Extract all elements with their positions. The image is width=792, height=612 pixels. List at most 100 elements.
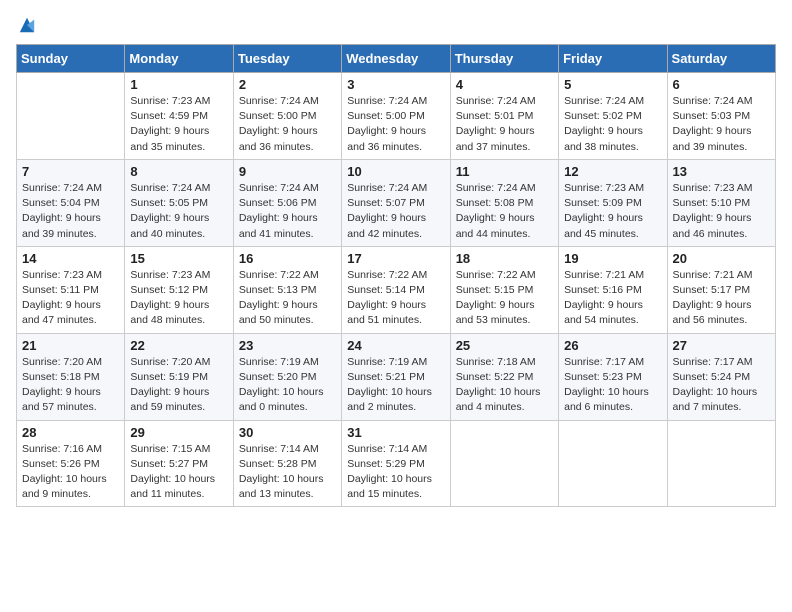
calendar-cell: 7 Sunrise: 7:24 AMSunset: 5:04 PMDaylight…	[17, 159, 125, 246]
calendar-cell: 10 Sunrise: 7:24 AMSunset: 5:07 PMDayligh…	[342, 159, 450, 246]
calendar-cell: 29 Sunrise: 7:15 AMSunset: 5:27 PMDayligh…	[125, 420, 233, 507]
weekday-header: Saturday	[667, 45, 775, 73]
day-number: 8	[130, 164, 227, 179]
day-info: Sunrise: 7:24 AMSunset: 5:02 PMDaylight:…	[564, 94, 661, 155]
calendar-cell: 16 Sunrise: 7:22 AMSunset: 5:13 PMDayligh…	[233, 246, 341, 333]
calendar-cell: 26 Sunrise: 7:17 AMSunset: 5:23 PMDayligh…	[559, 333, 667, 420]
day-info: Sunrise: 7:21 AMSunset: 5:16 PMDaylight:…	[564, 268, 661, 329]
weekday-header: Tuesday	[233, 45, 341, 73]
day-info: Sunrise: 7:14 AMSunset: 5:28 PMDaylight:…	[239, 442, 336, 503]
day-info: Sunrise: 7:24 AMSunset: 5:00 PMDaylight:…	[347, 94, 444, 155]
day-number: 14	[22, 251, 119, 266]
day-info: Sunrise: 7:23 AMSunset: 5:11 PMDaylight:…	[22, 268, 119, 329]
calendar-cell: 12 Sunrise: 7:23 AMSunset: 5:09 PMDayligh…	[559, 159, 667, 246]
calendar-cell: 20 Sunrise: 7:21 AMSunset: 5:17 PMDayligh…	[667, 246, 775, 333]
day-number: 20	[673, 251, 770, 266]
calendar-cell: 25 Sunrise: 7:18 AMSunset: 5:22 PMDayligh…	[450, 333, 558, 420]
calendar-cell: 6 Sunrise: 7:24 AMSunset: 5:03 PMDaylight…	[667, 73, 775, 160]
calendar-cell: 13 Sunrise: 7:23 AMSunset: 5:10 PMDayligh…	[667, 159, 775, 246]
calendar-cell: 9Sunrise: 7:24 AMSunset: 5:06 PMDaylight…	[233, 159, 341, 246]
day-number: 7	[22, 164, 119, 179]
day-info: Sunrise: 7:23 AMSunset: 4:59 PMDaylight:…	[130, 94, 227, 155]
day-info: Sunrise: 7:15 AMSunset: 5:27 PMDaylight:…	[130, 442, 227, 503]
day-info: Sunrise: 7:19 AMSunset: 5:20 PMDaylight:…	[239, 355, 336, 416]
day-number: 24	[347, 338, 444, 353]
day-number: 19	[564, 251, 661, 266]
calendar-cell: 3 Sunrise: 7:24 AMSunset: 5:00 PMDaylight…	[342, 73, 450, 160]
calendar-cell: 31 Sunrise: 7:14 AMSunset: 5:29 PMDayligh…	[342, 420, 450, 507]
day-number: 5	[564, 77, 661, 92]
day-info: Sunrise: 7:17 AMSunset: 5:23 PMDaylight:…	[564, 355, 661, 416]
calendar-cell: 15 Sunrise: 7:23 AMSunset: 5:12 PMDayligh…	[125, 246, 233, 333]
day-number: 21	[22, 338, 119, 353]
day-number: 11	[456, 164, 553, 179]
calendar-cell: 5 Sunrise: 7:24 AMSunset: 5:02 PMDaylight…	[559, 73, 667, 160]
calendar-cell: 21 Sunrise: 7:20 AMSunset: 5:18 PMDayligh…	[17, 333, 125, 420]
page-header	[16, 16, 776, 34]
calendar-table: SundayMondayTuesdayWednesdayThursdayFrid…	[16, 44, 776, 507]
day-info: Sunrise: 7:23 AMSunset: 5:12 PMDaylight:…	[130, 268, 227, 329]
day-info: Sunrise: 7:17 AMSunset: 5:24 PMDaylight:…	[673, 355, 770, 416]
day-number: 31	[347, 425, 444, 440]
day-info: Sunrise: 7:22 AMSunset: 5:14 PMDaylight:…	[347, 268, 444, 329]
weekday-header: Monday	[125, 45, 233, 73]
calendar-cell: 18Sunrise: 7:22 AMSunset: 5:15 PMDayligh…	[450, 246, 558, 333]
day-number: 28	[22, 425, 119, 440]
logo-icon	[18, 16, 36, 34]
calendar-cell	[667, 420, 775, 507]
day-number: 13	[673, 164, 770, 179]
calendar-cell	[450, 420, 558, 507]
day-info: Sunrise: 7:21 AMSunset: 5:17 PMDaylight:…	[673, 268, 770, 329]
day-info: Sunrise: 7:22 AMSunset: 5:13 PMDaylight:…	[239, 268, 336, 329]
day-number: 1	[130, 77, 227, 92]
weekday-header: Friday	[559, 45, 667, 73]
weekday-header: Wednesday	[342, 45, 450, 73]
day-number: 30	[239, 425, 336, 440]
calendar-cell: 14 Sunrise: 7:23 AMSunset: 5:11 PMDayligh…	[17, 246, 125, 333]
day-info: Sunrise: 7:20 AMSunset: 5:18 PMDaylight:…	[22, 355, 119, 416]
day-number: 22	[130, 338, 227, 353]
calendar-cell: 11 Sunrise: 7:24 AMSunset: 5:08 PMDayligh…	[450, 159, 558, 246]
calendar-cell: 8 Sunrise: 7:24 AMSunset: 5:05 PMDaylight…	[125, 159, 233, 246]
day-number: 25	[456, 338, 553, 353]
day-number: 6	[673, 77, 770, 92]
calendar-header: SundayMondayTuesdayWednesdayThursdayFrid…	[17, 45, 776, 73]
day-number: 23	[239, 338, 336, 353]
calendar-cell: 17 Sunrise: 7:22 AMSunset: 5:14 PMDayligh…	[342, 246, 450, 333]
day-number: 12	[564, 164, 661, 179]
day-number: 18	[456, 251, 553, 266]
day-info: Sunrise: 7:19 AMSunset: 5:21 PMDaylight:…	[347, 355, 444, 416]
day-number: 16	[239, 251, 336, 266]
day-info: Sunrise: 7:20 AMSunset: 5:19 PMDaylight:…	[130, 355, 227, 416]
logo	[16, 16, 36, 34]
day-info: Sunrise: 7:23 AMSunset: 5:09 PMDaylight:…	[564, 181, 661, 242]
calendar-cell: 27 Sunrise: 7:17 AMSunset: 5:24 PMDayligh…	[667, 333, 775, 420]
day-number: 2	[239, 77, 336, 92]
day-number: 10	[347, 164, 444, 179]
day-number: 29	[130, 425, 227, 440]
day-info: Sunrise: 7:24 AMSunset: 5:06 PMDaylight:…	[239, 181, 336, 242]
day-info: Sunrise: 7:24 AMSunset: 5:01 PMDaylight:…	[456, 94, 553, 155]
day-info: Sunrise: 7:23 AMSunset: 5:10 PMDaylight:…	[673, 181, 770, 242]
calendar-cell: 19 Sunrise: 7:21 AMSunset: 5:16 PMDayligh…	[559, 246, 667, 333]
calendar-cell	[17, 73, 125, 160]
day-number: 26	[564, 338, 661, 353]
day-info: Sunrise: 7:24 AMSunset: 5:00 PMDaylight:…	[239, 94, 336, 155]
day-number: 3	[347, 77, 444, 92]
day-info: Sunrise: 7:18 AMSunset: 5:22 PMDaylight:…	[456, 355, 553, 416]
calendar-cell	[559, 420, 667, 507]
day-info: Sunrise: 7:24 AMSunset: 5:05 PMDaylight:…	[130, 181, 227, 242]
day-number: 15	[130, 251, 227, 266]
day-info: Sunrise: 7:24 AMSunset: 5:03 PMDaylight:…	[673, 94, 770, 155]
day-info: Sunrise: 7:24 AMSunset: 5:04 PMDaylight:…	[22, 181, 119, 242]
calendar-cell: 2 Sunrise: 7:24 AMSunset: 5:00 PMDaylight…	[233, 73, 341, 160]
calendar-cell: 30 Sunrise: 7:14 AMSunset: 5:28 PMDayligh…	[233, 420, 341, 507]
day-number: 4	[456, 77, 553, 92]
weekday-header: Thursday	[450, 45, 558, 73]
day-number: 17	[347, 251, 444, 266]
day-number: 27	[673, 338, 770, 353]
day-info: Sunrise: 7:24 AMSunset: 5:07 PMDaylight:…	[347, 181, 444, 242]
calendar-cell: 24 Sunrise: 7:19 AMSunset: 5:21 PMDayligh…	[342, 333, 450, 420]
day-info: Sunrise: 7:24 AMSunset: 5:08 PMDaylight:…	[456, 181, 553, 242]
day-info: Sunrise: 7:14 AMSunset: 5:29 PMDaylight:…	[347, 442, 444, 503]
